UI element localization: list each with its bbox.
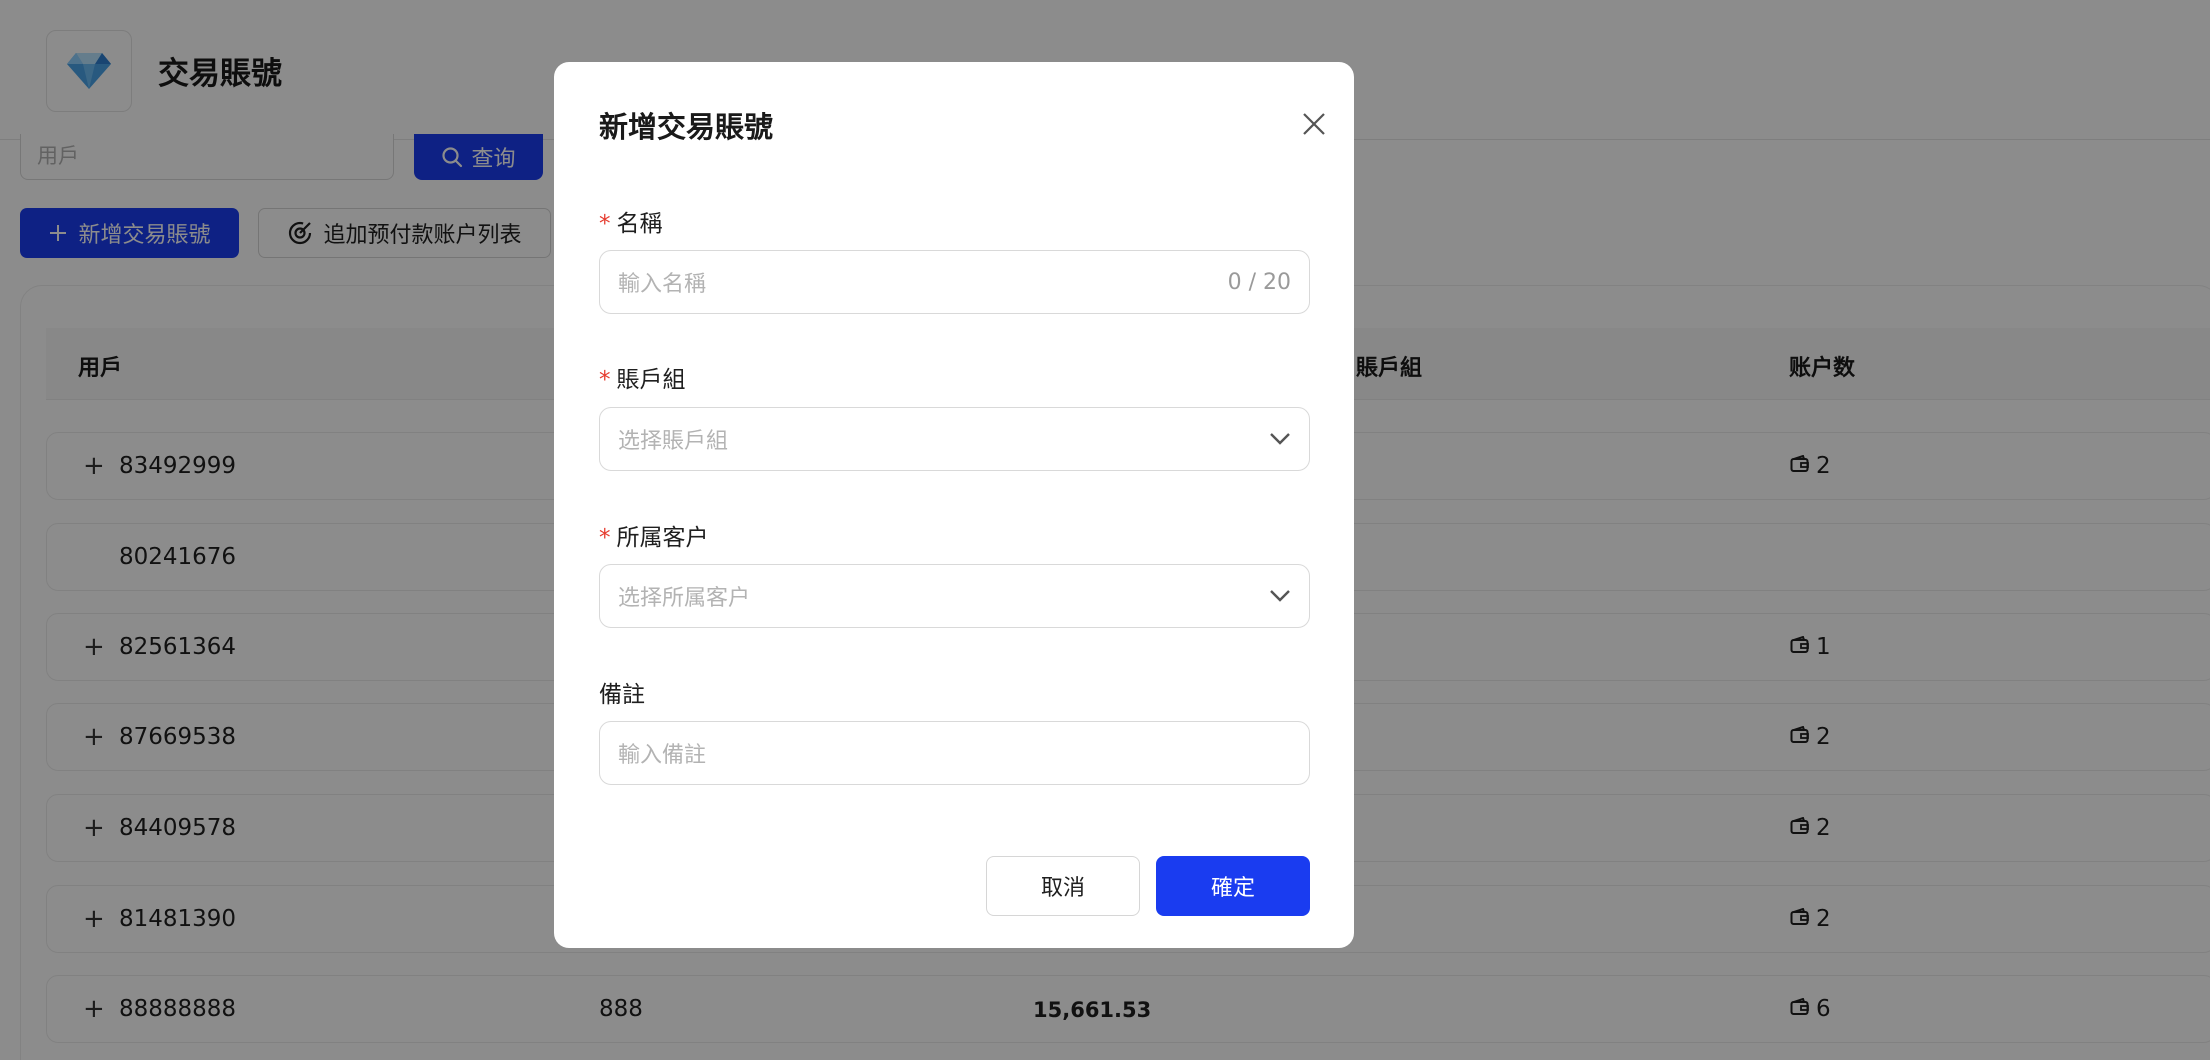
required-mark: * bbox=[599, 211, 611, 237]
customer-select[interactable]: 选择所属客户 bbox=[599, 564, 1310, 628]
dialog-title: 新增交易賬號 bbox=[599, 110, 774, 144]
customer-select-placeholder: 选择所属客户 bbox=[618, 586, 751, 611]
chevron-down-icon bbox=[1270, 433, 1290, 445]
customer-label-text: 所属客户 bbox=[616, 525, 709, 551]
close-icon[interactable] bbox=[1296, 106, 1332, 142]
name-input[interactable]: 輸入名稱 0 / 20 bbox=[599, 250, 1310, 314]
remark-input[interactable]: 輸入備註 bbox=[599, 721, 1310, 785]
chevron-down-icon bbox=[1270, 590, 1290, 602]
remark-input-placeholder: 輸入備註 bbox=[618, 743, 707, 768]
account-group-select[interactable]: 选择賬戶組 bbox=[599, 407, 1310, 471]
name-char-counter: 0 / 20 bbox=[1227, 269, 1291, 295]
cancel-button[interactable]: 取消 bbox=[986, 856, 1140, 916]
confirm-button[interactable]: 確定 bbox=[1156, 856, 1310, 916]
customer-label: * 所属客户 bbox=[599, 518, 709, 552]
remark-label: 備註 bbox=[599, 682, 645, 708]
required-mark: * bbox=[599, 525, 611, 551]
group-label-text: 賬戶組 bbox=[616, 367, 686, 393]
name-label: * 名稱 bbox=[599, 204, 663, 238]
group-select-placeholder: 选择賬戶組 bbox=[618, 429, 729, 454]
name-input-placeholder: 輸入名稱 bbox=[618, 272, 707, 297]
required-mark: * bbox=[599, 367, 611, 393]
add-trading-account-dialog: 新增交易賬號 * 名稱 輸入名稱 0 / 20 * 賬戶組 选择賬戶組 * 所属客户 … bbox=[554, 62, 1354, 948]
group-label: * 賬戶組 bbox=[599, 360, 686, 394]
name-label-text: 名稱 bbox=[616, 211, 663, 237]
